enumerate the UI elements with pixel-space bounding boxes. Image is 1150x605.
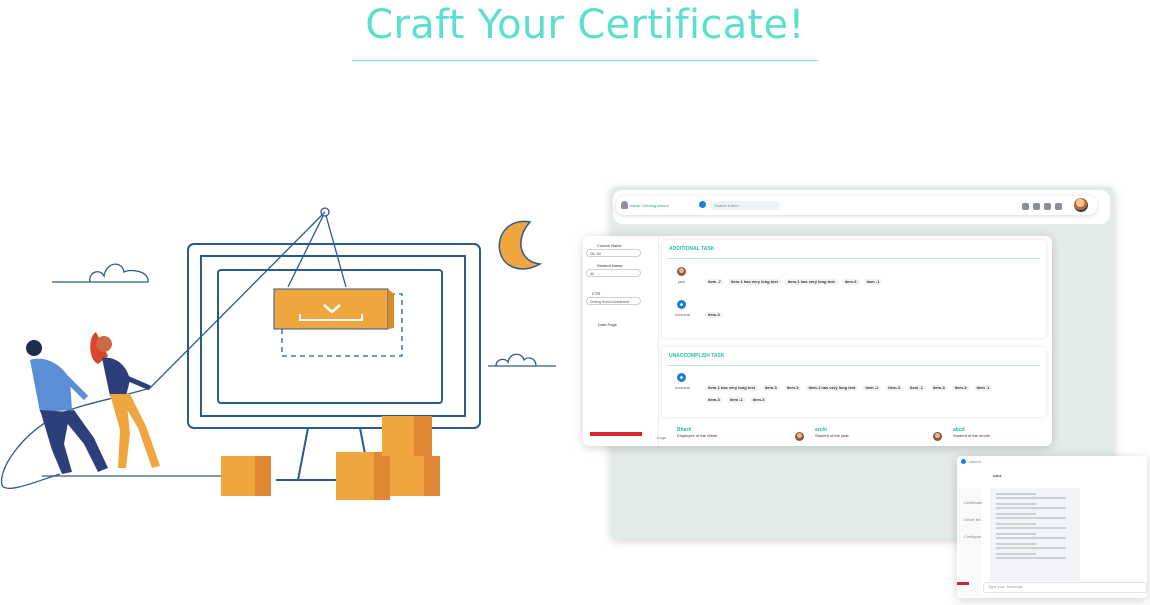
chat-side-item[interactable]: Certificate — [964, 500, 982, 505]
avatar — [933, 432, 942, 441]
task-user: Archana — [675, 385, 690, 390]
monitor-icon — [187, 243, 481, 481]
task-chip[interactable]: item-1 has very long text — [784, 279, 838, 285]
ctr-select[interactable]: Driving School Advanced — [586, 297, 641, 305]
avatar — [677, 300, 686, 309]
search-icon[interactable] — [699, 201, 706, 208]
chat-search[interactable]: search — [969, 459, 981, 464]
task-chip[interactable]: item -1 — [863, 279, 883, 285]
illustration — [0, 207, 556, 500]
search-icon[interactable] — [961, 459, 966, 464]
section-rule — [667, 365, 1040, 366]
task-chip[interactable]: item -1 — [907, 385, 926, 391]
task-chip[interactable]: item-3 — [749, 397, 768, 403]
chip-row: item-3 — [705, 303, 727, 321]
chat-side-item[interactable]: Configure — [964, 534, 981, 539]
chip-row: item-3 item -1 item-3 — [705, 388, 771, 406]
chat-icon[interactable] — [1033, 203, 1040, 211]
award-role: Employee of the Week — [677, 433, 718, 438]
avatar — [677, 267, 686, 276]
additional-task-panel — [662, 240, 1046, 338]
task-user: Archana — [675, 312, 690, 317]
task-chip[interactable]: item-3 — [705, 397, 723, 403]
section-rule — [667, 258, 1040, 259]
sidebar-divider — [658, 236, 659, 446]
task-chip[interactable]: item-1 has very long text — [727, 279, 781, 285]
cloud-small-icon — [488, 353, 556, 367]
title-underline — [352, 60, 818, 61]
course-name-select[interactable]: DIL-Dil — [586, 249, 641, 257]
active-indicator — [957, 582, 969, 585]
task-user: jack — [678, 279, 686, 284]
task-chip[interactable]: item-3 — [951, 385, 970, 391]
download-box-icon — [273, 288, 389, 330]
active-indicator — [590, 432, 642, 436]
unaccomplish-task-title: UNACCOMPLISH TASK — [669, 353, 725, 359]
task-chip[interactable]: item-3 — [841, 279, 860, 285]
task-chip[interactable]: item -1 — [973, 385, 993, 391]
settings-icon[interactable] — [1055, 203, 1062, 211]
task-chip[interactable]: item-1 has very long text — [805, 385, 859, 391]
search-placeholder: Search a item — [714, 203, 739, 208]
task-chip[interactable]: item-3 — [783, 385, 802, 391]
user-icon[interactable] — [621, 201, 628, 209]
breadcrumb[interactable]: name / Driving school — [630, 203, 668, 208]
bell-icon[interactable] — [1044, 203, 1051, 211]
avatar[interactable] — [1074, 198, 1088, 212]
avatar — [795, 432, 804, 441]
toolbar-icons — [1022, 198, 1066, 216]
award-role: Student of the month — [953, 433, 991, 438]
task-chip[interactable]: item-3 — [705, 312, 723, 318]
chip-row: item -7 item-1 has very long text item-1 h… — [705, 270, 886, 288]
award-role: Student of the year — [815, 433, 849, 438]
student-name-select[interactable]: All — [586, 269, 641, 277]
cloud-icon — [52, 263, 149, 283]
ctr-label: CTR — [592, 291, 601, 296]
date-page-label[interactable]: Date Page — [598, 322, 617, 327]
chat-log — [990, 488, 1080, 581]
page-title: Craft Your Certificate! — [365, 2, 805, 48]
task-chip[interactable]: item -1 — [862, 385, 882, 391]
task-chip[interactable]: item-3 — [885, 385, 904, 391]
task-chip[interactable]: item -1 — [726, 397, 746, 403]
task-chip[interactable]: item-3 — [929, 385, 948, 391]
avatar — [677, 373, 686, 382]
home-icon[interactable] — [1022, 203, 1029, 211]
task-chip[interactable]: item -7 — [705, 279, 724, 285]
additional-task-title: ADDITIONAL TASK — [669, 246, 715, 252]
student-name-label: Student Name — [597, 263, 623, 268]
course-name-label: Course Name — [597, 243, 622, 248]
moon-icon — [498, 220, 543, 270]
chat-side-item[interactable]: Driver list — [964, 517, 981, 522]
logo: Logo — [657, 435, 666, 440]
person-woman-icon — [90, 332, 160, 468]
chat-header-name: kaka — [993, 473, 1002, 478]
message-placeholder: Type your Message — [988, 584, 1023, 589]
